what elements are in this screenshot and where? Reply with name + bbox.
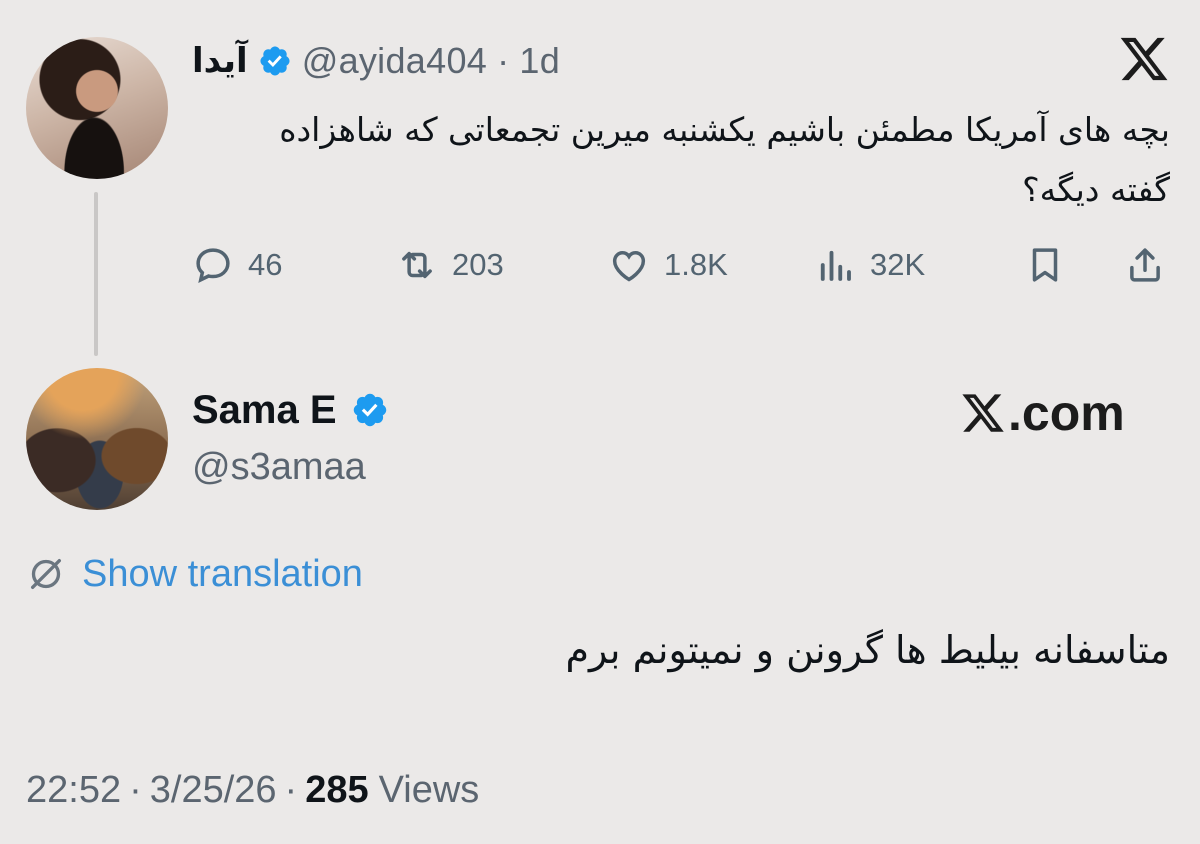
tweet1-separator: · [497,40,510,81]
tweet1-handle[interactable]: @ayida404 [302,40,487,82]
reply-count: 46 [248,247,283,282]
views-count: 32K [870,247,926,282]
views-button[interactable]: 32K [814,240,925,290]
tweet-views-count: 285 [305,768,369,811]
thread-connector-line [94,192,98,356]
repost-icon [402,251,432,279]
tweet-time[interactable]: 22:52 [26,769,121,812]
show-translation-button[interactable]: Show translation [26,548,363,600]
bookmark-icon [1032,248,1058,282]
bookmark-button[interactable] [1024,240,1066,290]
avatar-ayida[interactable] [26,37,168,179]
footer-separator: · [129,768,142,811]
repost-button[interactable]: 203 [396,240,504,290]
tweet1-age[interactable]: 1d [519,40,560,82]
reply-button[interactable]: 46 [192,240,282,290]
tweet-date[interactable]: 3/25/26 [150,769,277,812]
tweet2-header: Sama E [192,384,389,436]
x-logo-icon [1120,37,1168,81]
avatar-sama[interactable] [26,368,168,510]
tweet1-display-name[interactable]: آیدا [192,41,248,81]
share-button[interactable] [1124,240,1166,290]
tweet1-header: آیدا @ayida404 · 1d [192,36,662,86]
share-icon [1130,248,1160,282]
translate-globe-icon [30,559,61,589]
tweet2-text: متاسفانه بیلیط ها گرونن و نمیتونم برم [565,628,1170,672]
x-logo-icon [962,394,1004,432]
verified-badge-icon [260,46,290,76]
tweet1-text: بچه های آمریکا مطمئن باشیم یکشنبه میرین … [279,110,1170,209]
views-icon [820,250,851,281]
like-button[interactable]: 1.8K [608,240,728,290]
like-icon [612,250,646,282]
verified-badge-icon [353,393,386,427]
reply-icon [196,248,230,284]
tweet2-handle[interactable]: @s3amaa [192,446,366,489]
tweet2-display-name[interactable]: Sama E [192,388,337,433]
repost-count: 203 [452,247,504,282]
xcom-watermark: .com [960,384,1125,442]
tweet-views-label: Views [378,768,480,811]
footer-separator: · [284,768,298,811]
show-translation-label[interactable]: Show translation [82,553,363,596]
tweet2-footer: 22:52 · 3/25/26 · 285 Views [26,762,479,818]
like-count: 1.8K [664,247,728,282]
xcom-text: .com [1008,385,1125,441]
